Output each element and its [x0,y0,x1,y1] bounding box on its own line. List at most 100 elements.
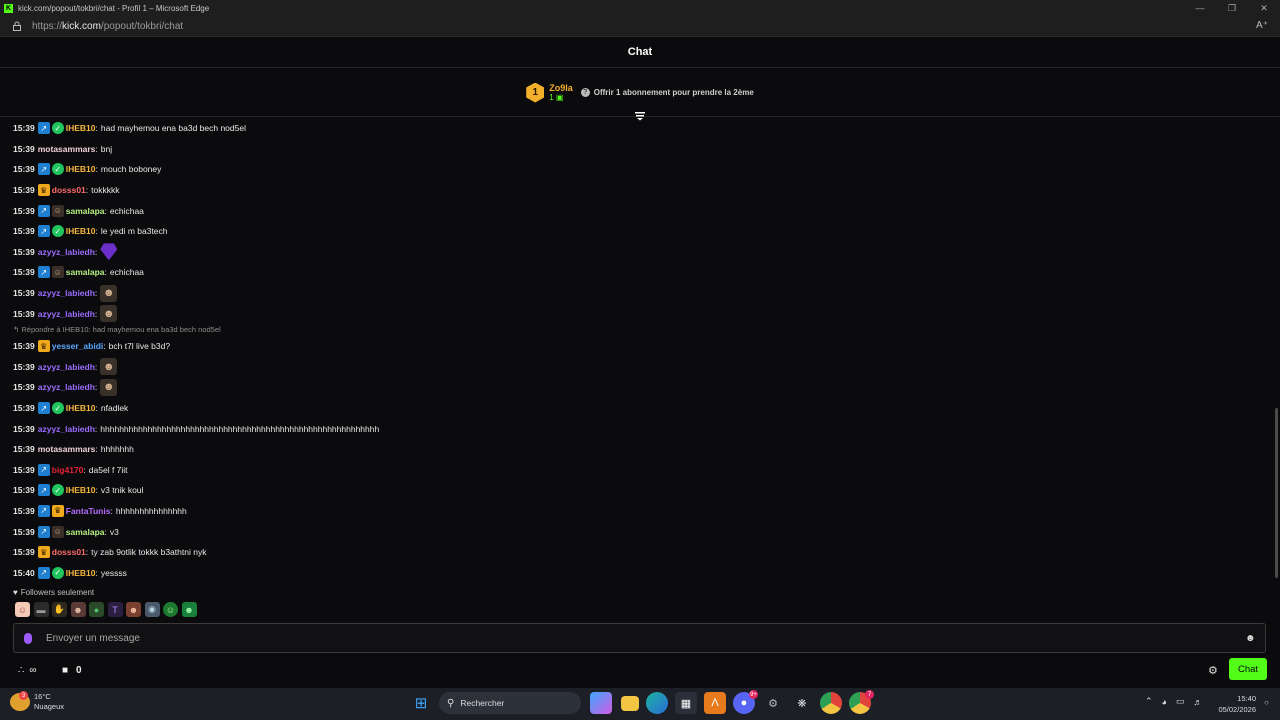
emote-button[interactable]: ▬ [33,602,49,617]
message-username[interactable]: samalapa [66,267,105,277]
subscriber-badge-icon[interactable]: ↗ [37,463,50,476]
message-username[interactable]: azyyz_labiedh [38,309,95,319]
message-username[interactable]: motasammars [38,444,96,454]
verified-badge-icon[interactable]: ✓ [51,566,64,579]
crown-badge-icon[interactable]: ♛ [37,546,50,559]
store-app-icon[interactable]: ▦ [675,692,697,714]
emote-button[interactable]: ☻ [181,602,197,617]
message-username[interactable]: azyyz_labiedh [38,288,95,298]
weather-widget[interactable]: 3 16°C Nuageux [10,691,64,712]
chat-message[interactable]: 15:39 motasammars: bnj [13,139,1263,160]
emote-button[interactable]: ☺ [15,602,30,617]
verified-badge-icon[interactable]: ✓ [51,484,64,497]
chat-message[interactable]: 15:39 ↗ ✓ IHEB10: had mayhemou ena ba3d bech… [13,118,1263,139]
gift-cta-text[interactable]: Offrir 1 abonnement pour prendre la 2ème [594,88,754,97]
emote-button[interactable]: ✋ [52,602,67,617]
emote-button[interactable]: ◉ [144,602,160,617]
subscriber-badge-icon[interactable]: ↗ [37,225,50,238]
message-username[interactable]: dosss01 [52,547,86,557]
read-aloud-icon[interactable]: A⁺ [1256,20,1268,31]
edge-icon[interactable] [646,692,668,714]
subscriber-badge-icon[interactable]: ↗ [37,204,50,217]
verified-badge-icon[interactable]: ✓ [51,163,64,176]
leader-username[interactable]: Zo9la [549,83,573,93]
verified-badge-icon[interactable]: ✓ [51,225,64,238]
message-username[interactable]: IHEB10 [66,403,96,413]
address-bar[interactable]: https://kick.com/popout/tokbri/chat A⁺ [0,16,1280,37]
message-username[interactable]: azyyz_labiedh [38,247,95,257]
chat-message[interactable]: 15:39 motasammars: hhhhhhh [13,439,1263,460]
chat-message-list[interactable]: 15:39 ↗ ✓ IHEB10: had mayhemou ena ba3d bech… [13,118,1263,583]
verified-badge-icon[interactable]: ✓ [51,402,64,415]
chevron-up-icon[interactable]: ⌃ [1145,696,1153,707]
message-username[interactable]: IHEB10 [66,123,96,133]
app-orange-icon[interactable]: Λ [704,692,726,714]
face-emote-icon[interactable]: ☻ [100,284,118,302]
crown-badge-icon[interactable]: ♛ [51,504,64,517]
subscriber-badge-icon[interactable]: ↗ [37,266,50,279]
chat-message[interactable]: 15:39 ♛ dosss01: ty zab 9otlik tokkk b3atht… [13,542,1263,563]
message-username[interactable]: dosss01 [52,185,86,195]
emote-button[interactable]: ☺ [163,602,178,617]
message-username[interactable]: yesser_abidi [52,341,104,351]
chrome-icon[interactable] [820,692,842,714]
message-username[interactable]: IHEB10 [66,164,96,174]
message-username[interactable]: azyyz_labiedh [38,382,95,392]
face-emote-icon[interactable]: ☻ [100,378,118,396]
emote-picker-icon[interactable]: ☻ [1245,633,1256,644]
subscriber-badge-icon[interactable]: ↗ [37,402,50,415]
restore-button[interactable]: ❐ [1216,0,1248,16]
subscriber-badge-icon[interactable]: ↗ [37,566,50,579]
face-emote-icon[interactable]: ☻ [100,358,118,376]
subscriber-badge-icon[interactable]: ↗ [37,525,50,538]
face-emote-icon[interactable]: ☻ [100,305,118,323]
chat-message[interactable]: 15:39 azyyz_labiedh: ☻ [13,303,1263,324]
store-button[interactable]: ■ 0 [62,665,82,676]
channel-points[interactable]: ∴ ∞ [18,665,37,676]
subscriber-badge-icon[interactable]: ↗ [37,122,50,135]
chrome-profile-icon[interactable]: 7 [849,690,874,714]
settings-app-icon[interactable]: ⚙ [762,692,784,714]
subscriber-badge-icon[interactable]: ↗ [37,484,50,497]
message-username[interactable]: samalapa [66,527,105,537]
taskbar-search[interactable]: ⚲ Rechercher [439,692,581,714]
chat-message[interactable]: 15:39 ♛ yesser_abidi: bch t7l live b3d? [13,336,1263,357]
chat-scrollbar[interactable] [1275,408,1278,578]
notification-bell-icon[interactable]: ○ [1264,698,1274,708]
message-username[interactable]: FantaTunis [66,506,111,516]
emote-button[interactable]: ● [89,602,104,617]
reply-context[interactable]: ↰ Répondre à IHEB10: had mayhemou ena ba… [13,324,1263,336]
message-username[interactable]: big4170 [52,465,84,475]
message-username[interactable]: azyyz_labiedh [38,362,95,372]
emote-button[interactable]: ☻ [70,602,86,617]
gift-leaderboard[interactable]: 1 Zo9la 1 ▣ ? Offrir 1 abonnement pour p… [0,69,1280,117]
chat-message[interactable]: 15:39 azyyz_labiedh: ☻ [13,283,1263,304]
chat-message[interactable]: 15:39 azyyz_labiedh: ☻ [13,357,1263,378]
chat-message[interactable]: 15:39 ↗ ☺ samalapa: echichaa [13,262,1263,283]
chat-message[interactable]: 15:39 ↗ ☺ samalapa: echichaa [13,200,1263,221]
close-button[interactable]: ✕ [1248,0,1280,16]
chat-message[interactable]: 15:39 ↗ ✓ IHEB10: le yedi m ba3tech [13,221,1263,242]
emote-button[interactable]: T [107,602,123,617]
message-username[interactable]: samalapa [66,206,105,216]
minimize-button[interactable]: — [1184,0,1216,16]
avatar-badge-icon[interactable]: ☺ [51,525,64,538]
avatar-badge-icon[interactable]: ☺ [51,266,64,279]
discord-icon[interactable]: ● 9+ [733,690,758,714]
chat-message[interactable]: 15:39 azyyz_labiedh: hhhhhhhhhhhhhhhhhhhhh… [13,418,1263,439]
message-username[interactable]: azyyz_labiedh [38,424,95,434]
send-chat-button[interactable]: Chat [1229,658,1267,680]
volume-icon[interactable]: ♬ [1194,697,1203,707]
message-username[interactable]: IHEB10 [66,226,96,236]
chat-message[interactable]: 15:39 ↗ ✓ IHEB10: v3 tnik koul [13,480,1263,501]
chat-message[interactable]: 15:39 ↗ ✓ IHEB10: nfadlek [13,398,1263,419]
network-icon[interactable]: ▭ [1176,696,1185,707]
chat-message[interactable]: 15:39 ♛ dosss01: tokkkkk [13,180,1263,201]
verified-badge-icon[interactable]: ✓ [51,122,64,135]
chat-message[interactable]: 15:39 azyyz_labiedh: [13,242,1263,263]
chat-message[interactable]: 15:39 ↗ ♛ FantaTunis: hhhhhhhhhhhhhhh [13,501,1263,522]
chat-message[interactable]: 15:39 ↗ ☺ samalapa: v3 [13,521,1263,542]
chat-message[interactable]: 15:39 ↗ big4170: da5el f 7iit [13,460,1263,481]
emote-button[interactable]: ☻ [126,602,141,617]
microphone-icon[interactable] [24,632,32,644]
